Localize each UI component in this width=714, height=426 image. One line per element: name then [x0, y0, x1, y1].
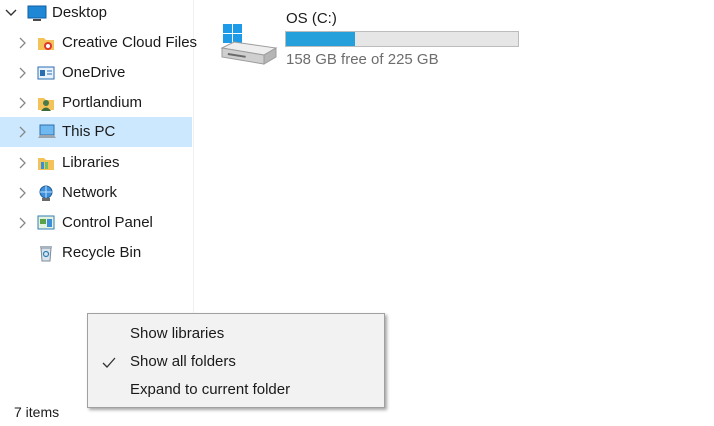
menu-item-expand-to-current-folder[interactable]: Expand to current folder — [88, 376, 384, 404]
hard-drive-icon — [220, 24, 278, 78]
drive-usage-bar — [285, 31, 519, 47]
chevron-right-icon[interactable] — [17, 37, 29, 49]
tree-item-portlandium[interactable]: Portlandium — [0, 88, 192, 118]
chevron-right-icon[interactable] — [17, 67, 29, 79]
tree-item-label: Network — [62, 184, 118, 201]
menu-item-label: Expand to current folder — [130, 381, 291, 398]
chevron-right-icon[interactable] — [17, 187, 29, 199]
recycle-bin-icon — [37, 244, 55, 262]
control-panel-icon — [37, 214, 55, 232]
chevron-right-icon[interactable] — [17, 126, 29, 138]
drive-usage-fill — [286, 32, 356, 46]
menu-item-label: Show all folders — [130, 353, 236, 370]
drive-name: OS (C:) — [286, 10, 337, 27]
menu-item-show-libraries[interactable]: Show libraries — [88, 320, 384, 348]
chevron-right-icon[interactable] — [17, 217, 29, 229]
chevron-right-icon[interactable] — [17, 157, 29, 169]
tree-item-label: Desktop — [52, 4, 108, 21]
onedrive-icon — [37, 64, 55, 82]
this-pc-icon — [37, 123, 56, 141]
status-item-count: 7 items — [14, 404, 60, 420]
user-folder-icon — [37, 94, 55, 112]
tree-item-network[interactable]: Network — [0, 178, 192, 208]
context-menu: Show libraries Show all folders Expand t… — [87, 313, 385, 408]
tree-item-libraries[interactable]: Libraries — [0, 148, 192, 178]
tree-item-desktop[interactable]: Desktop — [0, 0, 192, 28]
tree-item-this-pc[interactable]: This PC — [0, 117, 192, 147]
menu-item-show-all-folders[interactable]: Show all folders — [88, 348, 384, 376]
tree-item-label: Creative Cloud Files — [62, 34, 198, 51]
tree-item-label: Libraries — [62, 154, 120, 171]
drive-tile-os-c[interactable]: OS (C:) 158 GB free of 225 GB — [220, 10, 530, 72]
menu-item-label: Show libraries — [130, 325, 225, 342]
tree-item-control-panel[interactable]: Control Panel — [0, 208, 192, 238]
tree-item-label: Control Panel — [62, 214, 153, 231]
checkmark-icon — [102, 356, 116, 368]
tree-item-label: OneDrive — [62, 64, 126, 81]
desktop-icon — [27, 4, 47, 22]
tree-item-recycle-bin[interactable]: Recycle Bin — [0, 238, 192, 268]
tree-item-onedrive[interactable]: OneDrive — [0, 58, 192, 88]
chevron-down-icon[interactable] — [5, 7, 17, 19]
chevron-right-icon[interactable] — [17, 97, 29, 109]
libraries-icon — [37, 154, 55, 172]
tree-item-creative-cloud-files[interactable]: Creative Cloud Files — [0, 28, 197, 58]
tree-item-label: This PC — [62, 123, 116, 140]
network-icon — [37, 184, 55, 202]
creative-cloud-folder-icon — [37, 34, 55, 52]
tree-item-label: Portlandium — [62, 94, 143, 111]
drive-free-space: 158 GB free of 225 GB — [286, 51, 439, 68]
tree-item-label: Recycle Bin — [62, 244, 142, 261]
